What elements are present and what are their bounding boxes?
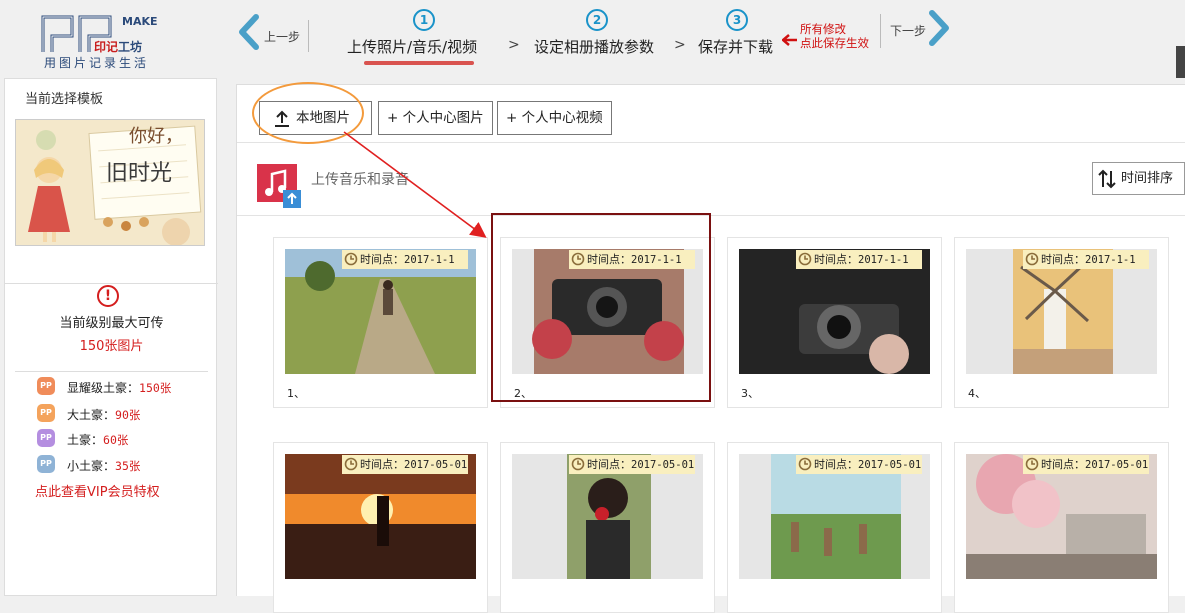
time-point-badge[interactable]: 时间点：2017-1-1 (796, 250, 922, 269)
level-value: 60张 (103, 433, 129, 447)
selected-photo-frame (491, 213, 711, 402)
step-1-tab[interactable]: 上传照片/音乐/视频 (347, 36, 477, 57)
step-separator: > (508, 37, 520, 53)
photo-index: 1、 (287, 387, 305, 400)
time-point-label: 时间点： (1041, 458, 1085, 471)
template-illustration: 你好， 旧时光 (16, 120, 204, 245)
logo-brand-text: 印记工坊 (94, 38, 142, 55)
time-point-value: 2017-05-01 (1085, 459, 1149, 471)
prev-step-button[interactable]: 上一步 (264, 28, 300, 45)
time-point-badge[interactable]: 时间点：2017-05-01 (1023, 455, 1149, 474)
save-note-arrow-icon (782, 34, 797, 46)
save-note-line1: 所有修改 (800, 22, 846, 36)
header-divider (308, 20, 309, 52)
photo-card[interactable]: 时间点：2017-05-01 (954, 442, 1169, 613)
logo-brand-b: 工坊 (118, 40, 143, 54)
time-point-label: 时间点： (814, 458, 858, 471)
step-3-number: 3 (726, 9, 748, 31)
photo-index: 3、 (741, 387, 759, 400)
clock-icon (344, 252, 358, 266)
template-text-oldtime: 旧时光 (106, 161, 172, 186)
level-name: 显耀级土豪： (67, 381, 140, 395)
step-2-number: 2 (586, 9, 608, 31)
level-name: 小土豪： (67, 459, 116, 473)
sort-icon (1098, 169, 1116, 189)
clock-icon (1025, 457, 1039, 471)
photo-index: 4、 (968, 387, 986, 400)
time-point-badge[interactable]: 时间点：2017-1-1 (342, 250, 468, 269)
time-point-badge[interactable]: 时间点：2017-05-01 (342, 455, 468, 474)
save-note-line2: 点此保存生效 (800, 36, 869, 50)
sort-by-time-button[interactable]: 时间排序 (1092, 162, 1185, 195)
toolbar-divider (237, 142, 1185, 143)
time-point-value: 2017-05-01 (404, 459, 468, 471)
section-divider (237, 215, 1185, 216)
sidebar-divider (15, 371, 208, 372)
photo-card[interactable]: 时间点：2017-05-01 (500, 442, 715, 613)
photo-card[interactable]: 时间点：2017-1-1 4、 (954, 237, 1169, 408)
time-point-label: 时间点： (1041, 253, 1085, 266)
step-separator: > (674, 37, 686, 53)
template-thumbnail[interactable]: 你好， 旧时光 (15, 119, 205, 246)
top-header: MAKE 印记工坊 用图片记录生活 上一步 1 上传照片/音乐/视频 > 2 设… (0, 0, 1185, 78)
photo-card[interactable]: 时间点：2017-05-01 (273, 442, 488, 613)
active-step-underline (364, 61, 474, 65)
time-point-label: 时间点： (587, 458, 631, 471)
clock-icon (344, 457, 358, 471)
warning-icon: ! (97, 285, 119, 307)
save-note-link[interactable]: 所有修改 点此保存生效 (800, 22, 869, 50)
photo-card[interactable]: 时间点：2017-1-1 3、 (727, 237, 942, 408)
time-point-value: 2017-1-1 (1085, 254, 1136, 266)
photo-card[interactable]: 时间点：2017-05-01 (727, 442, 942, 613)
clock-icon (798, 252, 812, 266)
step-1-number: 1 (413, 9, 435, 31)
photo-card[interactable]: 时间点：2017-1-1 1、 (273, 237, 488, 408)
page-scrollbar[interactable] (1176, 46, 1185, 78)
time-point-value: 2017-1-1 (404, 254, 455, 266)
clock-icon (571, 457, 585, 471)
time-point-label: 时间点： (814, 253, 858, 266)
time-point-value: 2017-1-1 (858, 254, 909, 266)
level-value: 90张 (115, 408, 141, 422)
logo-brand-a: 印记 (94, 40, 119, 54)
logo-make-text: MAKE (122, 15, 158, 28)
music-upload-icon[interactable] (257, 164, 301, 208)
level-badge-icon: PP (37, 455, 55, 473)
time-point-label: 时间点： (360, 458, 404, 471)
max-upload-value: 150张图片 (79, 339, 144, 354)
clock-icon (798, 457, 812, 471)
clock-icon (1025, 252, 1039, 266)
level-value: 35张 (115, 459, 141, 473)
logo-slogan: 用图片记录生活 (44, 56, 150, 70)
max-upload-label: 当前级别最大可传 (59, 316, 164, 331)
time-point-value: 2017-05-01 (631, 459, 695, 471)
vip-privileges-link[interactable]: 点此查看VIP会员特权 (35, 481, 160, 500)
level-name: 大土豪： (67, 408, 116, 422)
sort-by-time-label: 时间排序 (1121, 171, 1174, 186)
personal-images-button[interactable]: + 个人中心图片 (378, 101, 493, 135)
highlight-annotation (252, 82, 364, 144)
level-value: 150张 (139, 381, 172, 395)
step-2-tab[interactable]: 设定相册播放参数 (534, 36, 654, 57)
template-text-hello: 你好， (129, 126, 183, 147)
time-point-label: 时间点： (360, 253, 404, 266)
level-name: 土豪： (67, 433, 104, 447)
next-arrow-icon[interactable] (926, 10, 952, 46)
header-divider (880, 14, 881, 48)
sidebar-divider (5, 283, 218, 284)
template-sidebar: 当前选择模板 你好， 旧时光 ! 当前级别最大可传 150张图片 PP 显耀级土… (4, 78, 218, 596)
personal-videos-button[interactable]: + 个人中心视频 (497, 101, 612, 135)
time-point-badge[interactable]: 时间点：2017-05-01 (569, 455, 695, 474)
time-point-badge[interactable]: 时间点：2017-05-01 (796, 455, 922, 474)
upload-music-label[interactable]: 上传音乐和录音 (311, 169, 409, 189)
time-point-badge[interactable]: 时间点：2017-1-1 (1023, 250, 1149, 269)
next-step-button[interactable]: 下一步 (890, 22, 926, 39)
step-3-tab[interactable]: 保存并下载 (698, 36, 773, 57)
level-badge-icon: PP (37, 377, 55, 395)
level-badge-icon: PP (37, 404, 55, 422)
time-point-value: 2017-05-01 (858, 459, 922, 471)
level-badge-icon: PP (37, 429, 55, 447)
sidebar-title: 当前选择模板 (25, 92, 104, 107)
prev-arrow-icon[interactable] (236, 14, 262, 50)
